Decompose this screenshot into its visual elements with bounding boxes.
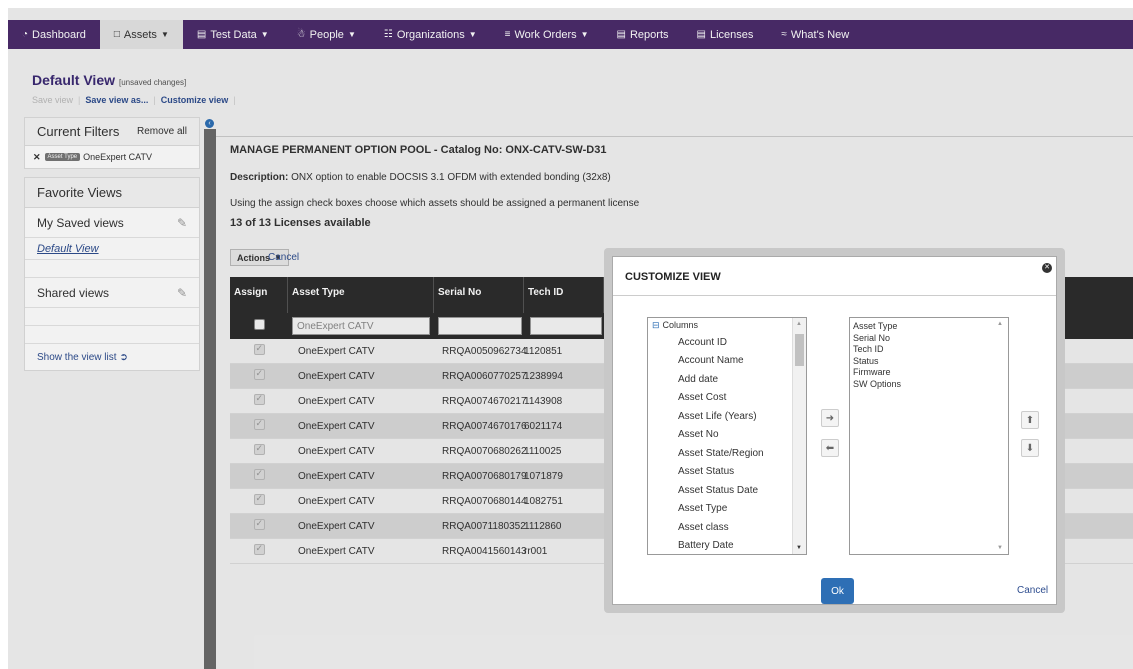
available-column-item[interactable]: Account ID xyxy=(648,333,806,352)
available-column-item[interactable]: Asset Life (Years) xyxy=(648,407,806,426)
available-column-item[interactable]: Asset Status xyxy=(648,463,806,482)
available-column-item[interactable]: Asset class xyxy=(648,518,806,537)
selected-items: Asset Type Serial No Tech ID Status Firmware… xyxy=(850,318,1008,390)
columns-tree-root[interactable]: ⊟ Columns xyxy=(648,318,806,333)
scroll-up-icon[interactable]: ▲ xyxy=(796,321,802,327)
arrow-up-icon: ⬆ xyxy=(1025,414,1035,426)
selected-column-item[interactable]: SW Options xyxy=(850,379,1008,391)
dialog-header-divider xyxy=(613,295,1056,296)
available-column-item[interactable]: Asset State/Region xyxy=(648,444,806,463)
arrow-right-icon: ➜ xyxy=(825,412,835,424)
move-right-button[interactable]: ➜ xyxy=(821,409,839,427)
dialog-cancel-link[interactable]: Cancel xyxy=(1017,585,1048,596)
ok-button[interactable]: Ok xyxy=(821,578,854,604)
available-column-item[interactable]: Asset Type xyxy=(648,500,806,519)
scroll-down-icon[interactable]: ▼ xyxy=(997,545,1003,551)
selected-list-scrollbar[interactable]: ▲ ▼ xyxy=(994,318,1008,554)
customize-view-dialog: CUSTOMIZE VIEW ✕ ⊟ Columns Account ID Acco… xyxy=(612,256,1057,605)
move-left-button[interactable]: ⬅ xyxy=(821,439,839,457)
selected-column-item[interactable]: Asset Type xyxy=(850,321,1008,333)
available-column-item[interactable]: Account Name xyxy=(648,352,806,371)
available-column-item[interactable]: Asset No xyxy=(648,426,806,445)
selected-columns-list[interactable]: Asset Type Serial No Tech ID Status Firmware… xyxy=(849,317,1009,555)
scroll-down-icon[interactable]: ▼ xyxy=(796,545,802,551)
move-up-button[interactable]: ⬆ xyxy=(1021,411,1039,429)
available-column-item[interactable]: Asset Cost xyxy=(648,389,806,408)
available-column-item[interactable]: Battery Date xyxy=(648,537,806,555)
close-icon[interactable]: ✕ xyxy=(1042,263,1052,273)
move-down-button[interactable]: ⬇ xyxy=(1021,439,1039,457)
available-columns-list[interactable]: ⊟ Columns Account ID Account Name Add date A… xyxy=(647,317,807,555)
selected-column-item[interactable]: Tech ID xyxy=(850,344,1008,356)
available-column-item[interactable]: Add date xyxy=(648,370,806,389)
scroll-up-icon[interactable]: ▲ xyxy=(997,321,1003,327)
available-column-item[interactable]: Asset Status Date xyxy=(648,481,806,500)
available-items: Account ID Account Name Add date Asset Cost… xyxy=(648,333,806,555)
dialog-title: CUSTOMIZE VIEW xyxy=(625,271,721,283)
selected-column-item[interactable]: Firmware xyxy=(850,367,1008,379)
columns-tree-label: Columns xyxy=(662,320,699,330)
scrollbar-thumb[interactable] xyxy=(795,334,804,366)
selected-column-item[interactable]: Serial No xyxy=(850,333,1008,345)
available-list-scrollbar[interactable]: ▲ ▼ xyxy=(792,318,806,554)
arrow-down-icon: ⬇ xyxy=(1025,442,1035,454)
page: ◔ Dashboard □ Assets ▼ ▤ Test Data ▼ ☃ People ▼ ☷ Or… xyxy=(8,8,1133,669)
collapse-tree-icon[interactable]: ⊟ xyxy=(652,320,660,330)
arrow-left-icon: ⬅ xyxy=(825,442,835,454)
selected-column-item[interactable]: Status xyxy=(850,356,1008,368)
